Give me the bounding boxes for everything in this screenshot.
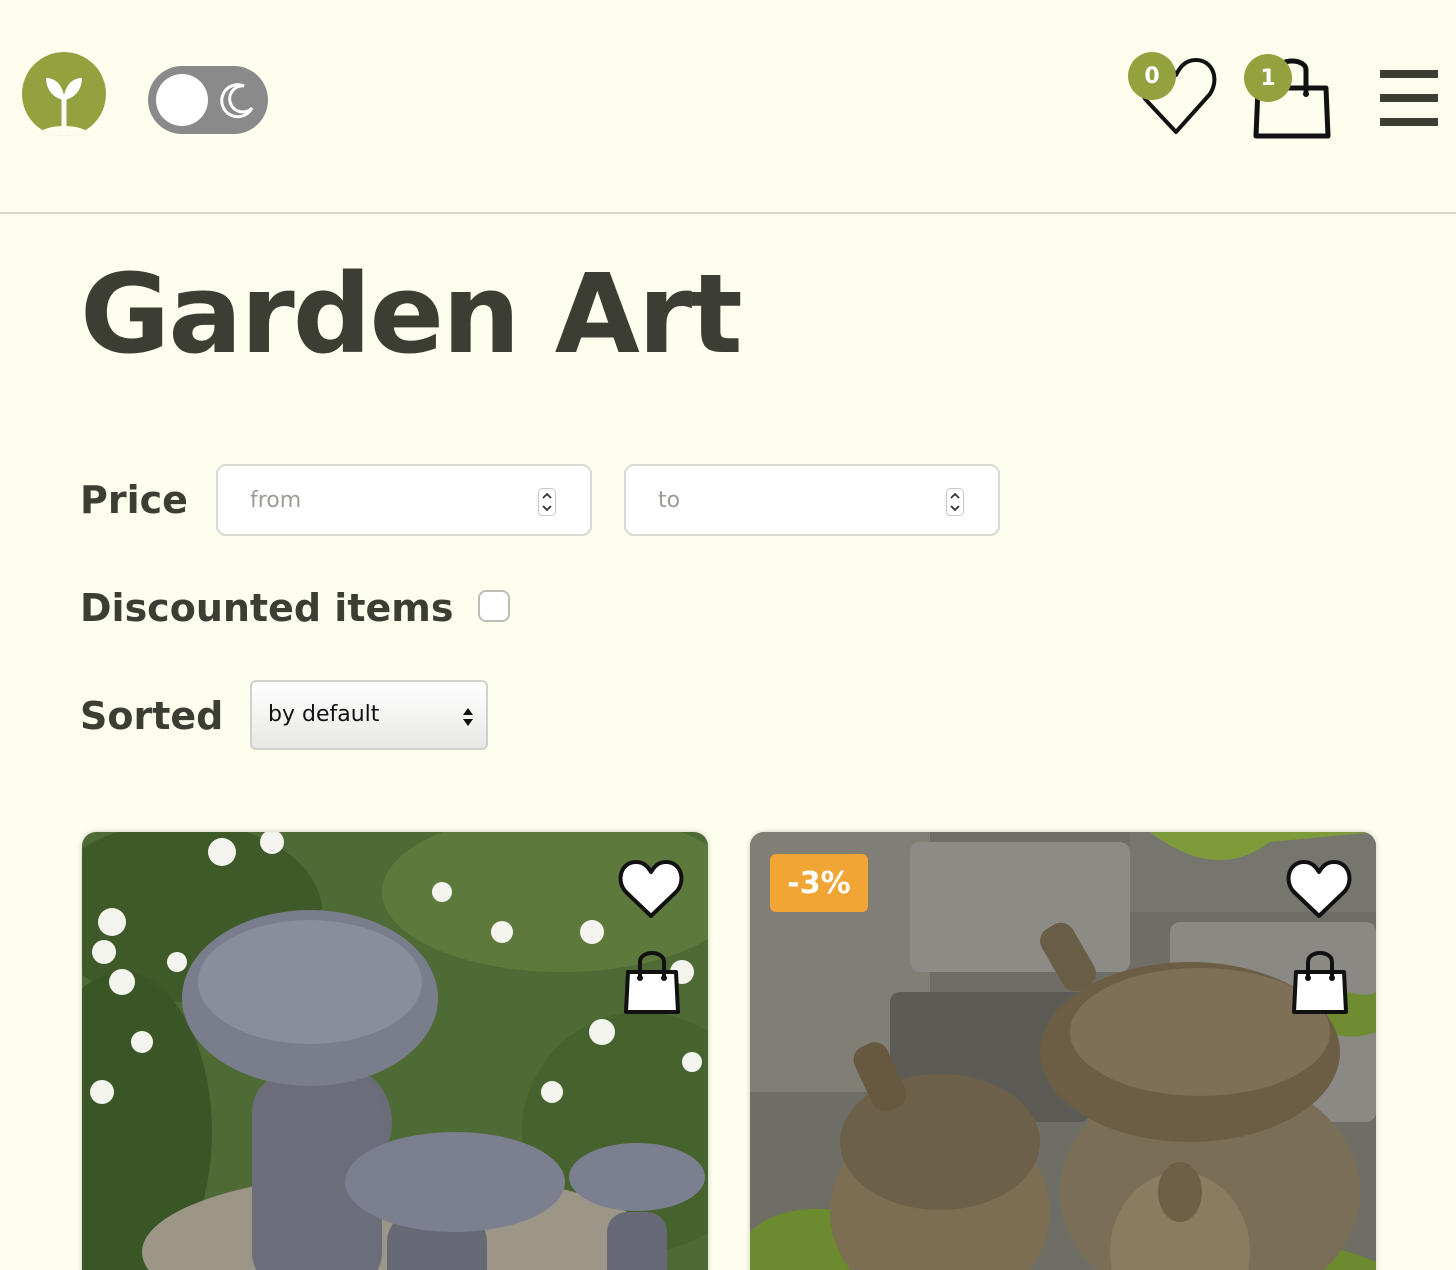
price-from-input[interactable]	[220, 468, 520, 532]
product-card[interactable]	[82, 832, 708, 1270]
sort-label: Sorted	[80, 694, 224, 738]
stepper-icon[interactable]	[946, 488, 964, 516]
page-title: Garden Art	[80, 250, 743, 378]
price-from-field[interactable]	[216, 464, 592, 536]
stepper-icon[interactable]	[538, 488, 556, 516]
select-arrows-icon	[463, 708, 473, 726]
moon-icon	[220, 83, 254, 119]
add-to-cart-button[interactable]	[1288, 946, 1352, 1016]
cart-count-badge: 1	[1244, 54, 1292, 102]
add-to-cart-button[interactable]	[620, 946, 684, 1016]
menu-bar	[1380, 70, 1438, 78]
site-header: 0 1	[0, 0, 1456, 214]
add-to-wishlist-button[interactable]	[618, 858, 684, 920]
shopping-bag-icon	[624, 951, 680, 1014]
price-to-field[interactable]	[624, 464, 1000, 536]
discount-badge: -3%	[770, 854, 868, 912]
shopping-bag-icon	[1292, 951, 1348, 1014]
price-label: Price	[80, 478, 188, 522]
wishlist-count-badge: 0	[1128, 52, 1176, 100]
theme-toggle[interactable]	[148, 66, 268, 134]
product-image-mushrooms[interactable]	[82, 832, 708, 1270]
product-card[interactable]: -3%	[750, 832, 1376, 1270]
add-to-wishlist-button[interactable]	[1286, 858, 1352, 920]
menu-bar	[1380, 118, 1438, 126]
heart-icon	[1286, 860, 1352, 918]
sort-selected-value: by default	[268, 702, 380, 727]
logo-sprout-icon[interactable]	[22, 52, 106, 136]
heart-icon	[618, 860, 684, 918]
menu-icon[interactable]	[1380, 70, 1438, 130]
discounted-items-label: Discounted items	[80, 586, 454, 630]
menu-bar	[1380, 94, 1438, 102]
discounted-items-checkbox[interactable]	[478, 590, 510, 622]
sort-select[interactable]: by default	[250, 680, 488, 750]
price-to-input[interactable]	[628, 468, 928, 532]
sun-icon	[156, 74, 208, 126]
